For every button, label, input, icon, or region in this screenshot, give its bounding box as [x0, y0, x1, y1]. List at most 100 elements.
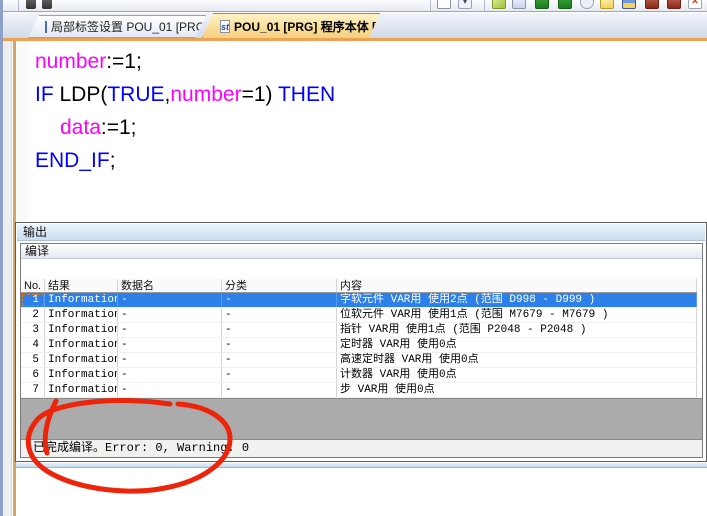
plc-write-icon[interactable] [645, 0, 659, 9]
table-header-row: No.结果数据名分类内容 [21, 279, 697, 293]
cell-content: 步 VAR用 使用0点 [337, 383, 697, 397]
cell-no: 3 [21, 323, 45, 337]
tab-local-label-settings[interactable]: 局部标签设置 POU_01 [PRG] [28, 15, 206, 38]
code-token: number [170, 83, 241, 106]
plc-read-icon[interactable] [667, 0, 681, 9]
cell-dataname: - [118, 368, 222, 382]
cell-category: - [222, 368, 337, 382]
edit-pencil-icon[interactable] [492, 0, 506, 9]
cell-content: 计数器 VAR用 使用0点 [337, 368, 697, 382]
search-back-icon[interactable] [535, 0, 549, 9]
code-token: :=1; [101, 116, 137, 139]
code-line: number:=1; [35, 45, 335, 78]
cell-content: 字软元件 VAR用 使用2点 (范围 D998 - D999 ) [337, 293, 697, 307]
cell-result: Information [45, 293, 118, 307]
cell-dataname: - [118, 323, 222, 337]
label-table-icon [45, 21, 47, 33]
device-table-icon[interactable] [622, 0, 636, 9]
cell-no: 7 [21, 383, 45, 397]
cell-no: 1 [21, 293, 45, 307]
cell-dataname: - [118, 293, 222, 307]
cell-content: 内容 [337, 279, 697, 292]
printer-icon[interactable] [42, 0, 52, 9]
code-token: :=1; [106, 50, 142, 73]
cell-category: - [222, 293, 337, 307]
cell-no: 6 [21, 368, 45, 382]
table-row[interactable]: 5Information--高速定时器 VAR用 使用0点 [21, 353, 697, 368]
cell-result: Information [45, 308, 118, 322]
code-line: END_IF; [35, 144, 335, 177]
code-line: IF LDP(TRUE,number=1) THEN [35, 78, 335, 111]
cell-content: 高速定时器 VAR用 使用0点 [337, 353, 697, 367]
table-row[interactable]: 6Information--计数器 VAR用 使用0点 [21, 368, 697, 383]
clipboard-icon[interactable] [26, 0, 36, 9]
tab-label: 局部标签设置 POU_01 [PRG] [51, 18, 208, 35]
top-toolbar: ▾✕ [0, 0, 707, 12]
code-token: LDP( [60, 83, 108, 106]
cell-no: No. [21, 279, 45, 292]
cell-result: Information [45, 323, 118, 337]
code-token: number [35, 50, 106, 73]
st-file-icon: st [220, 20, 230, 33]
output-panel-title: 输出 [17, 224, 705, 241]
cell-content: 位软元件 VAR用 使用1点 (范围 M7679 - M7679 ) [337, 308, 697, 322]
code-token: TRUE [107, 83, 164, 106]
table-row[interactable]: 3Information--指针 VAR用 使用1点 (范围 P2048 - P… [21, 323, 697, 338]
cell-no: 4 [21, 338, 45, 352]
cell-dataname: - [118, 308, 222, 322]
cell-no: 5 [21, 353, 45, 367]
doc-comment-icon[interactable] [512, 0, 526, 9]
code-token: THEN [278, 83, 335, 106]
toolbar-separator [484, 0, 485, 12]
table-row[interactable]: 1Information--字软元件 VAR用 使用2点 (范围 D998 - … [21, 293, 697, 308]
editor-gutter [16, 41, 28, 222]
output-panel: 输出 编译 No.结果数据名分类内容1Information--字软元件 VAR… [15, 222, 707, 462]
table-row[interactable]: 2Information--位软元件 VAR用 使用1点 (范围 M7679 -… [21, 308, 697, 323]
new-window-icon[interactable] [437, 0, 451, 9]
table-empty-area [21, 398, 702, 439]
cell-dataname: 数据名 [118, 279, 222, 292]
cell-no: 2 [21, 308, 45, 322]
cell-dataname: - [118, 338, 222, 352]
cell-category: - [222, 338, 337, 352]
view-dropdown-icon[interactable]: ▾ [458, 0, 472, 9]
cell-dataname: - [118, 383, 222, 397]
sheet-icon[interactable] [600, 0, 614, 9]
table-row[interactable]: 4Information--定时器 VAR用 使用0点 [21, 338, 697, 353]
toolbar-separator [18, 0, 19, 12]
compile-result-panel: 编译 No.结果数据名分类内容1Information--字软元件 VAR用 使… [20, 243, 703, 458]
panel-bottom-band [16, 463, 707, 468]
document-tabbar: 局部标签设置 POU_01 [PRG] st POU_01 [PRG] 程序本体… [0, 13, 707, 38]
tab-program-body[interactable]: st POU_01 [PRG] 程序本体 [S... × [202, 13, 380, 38]
code-block: number:=1;IF LDP(TRUE,number=1) THENdata… [35, 45, 335, 177]
cell-result: Information [45, 353, 118, 367]
code-token: END_IF [35, 149, 110, 172]
search-forward-icon[interactable] [558, 0, 572, 9]
tab-label: POU_01 [PRG] 程序本体 [S... [234, 18, 394, 35]
st-code-editor[interactable]: number:=1;IF LDP(TRUE,number=1) THENdata… [16, 41, 707, 222]
cell-result: Information [45, 368, 118, 382]
cell-category: - [222, 323, 337, 337]
code-token: ; [110, 149, 116, 172]
compile-status-text: 已完成编译。Error: 0, Warning: 0 [21, 439, 702, 457]
code-token: =1) [242, 83, 278, 106]
cell-category: - [222, 353, 337, 367]
code-line: data:=1; [35, 111, 335, 144]
docked-panel-strip [3, 41, 12, 516]
cell-content: 指针 VAR用 使用1点 (范围 P2048 - P2048 ) [337, 323, 697, 337]
code-token: data [60, 116, 101, 139]
cell-result: Information [45, 338, 118, 352]
delete-doc-icon[interactable]: ✕ [688, 0, 702, 9]
zoom-icon[interactable] [580, 0, 594, 9]
close-tab-icon[interactable]: × [400, 19, 408, 34]
code-token: IF [35, 83, 60, 106]
compile-section-title: 编译 [21, 244, 702, 259]
table-row[interactable]: 7Information--步 VAR用 使用0点 [21, 383, 697, 398]
cell-category: 分类 [222, 279, 337, 292]
toolbar-separator [430, 0, 431, 12]
gx-works2-window: ▾✕ 局部标签设置 POU_01 [PRG] st POU_01 [PRG] 程… [0, 0, 707, 516]
compile-result-table: No.结果数据名分类内容1Information--字软元件 VAR用 使用2点… [21, 279, 697, 398]
cell-result: Information [45, 383, 118, 397]
cell-content: 定时器 VAR用 使用0点 [337, 338, 697, 352]
cell-category: - [222, 308, 337, 322]
